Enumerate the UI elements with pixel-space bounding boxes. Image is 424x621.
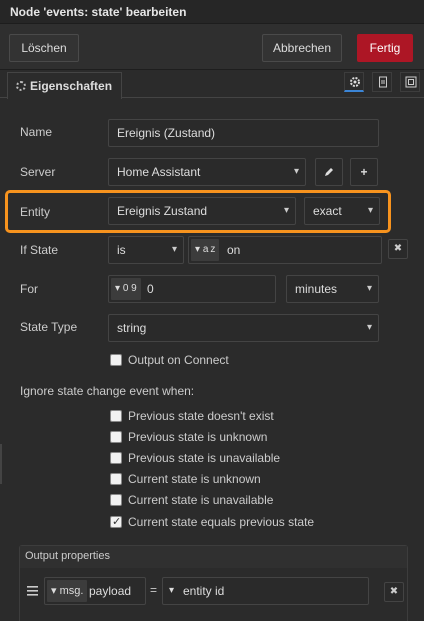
pencil-icon [325, 168, 333, 176]
entity-label: Entity [20, 205, 51, 219]
type-selector-button[interactable]: ▾ 0 9 [111, 278, 141, 300]
if-state-value: on [227, 243, 241, 257]
entity-match-value: exact [313, 204, 342, 218]
if-state-label: If State [20, 243, 59, 257]
chevron-down-icon: ▾ [169, 585, 175, 596]
ignore-option-checkbox[interactable] [110, 515, 122, 528]
if-state-operator-select[interactable]: is ▾ [108, 236, 184, 264]
chevron-down-icon: ▾ [367, 205, 373, 216]
ignore-option-label: Current state is unavailable [128, 493, 274, 507]
if-state-operator-value: is [117, 243, 126, 257]
output-property-value: payload [89, 584, 132, 598]
output-on-connect-label: Output on Connect [128, 353, 229, 367]
equals-sign: = [150, 583, 158, 597]
frame-icon [405, 76, 417, 88]
ignore-option-checkbox[interactable] [110, 452, 122, 464]
ignore-option-checkbox[interactable] [110, 473, 122, 485]
settings-tab-button[interactable] [344, 72, 364, 92]
for-label: For [20, 282, 38, 296]
name-input[interactable]: Ereignis (Zustand) [108, 119, 379, 147]
if-state-value-input[interactable]: ▾ a z on [188, 236, 382, 264]
properties-panel: Name Ereignis (Zustand) Server Home Assi… [0, 98, 424, 621]
edit-server-button[interactable] [315, 158, 343, 186]
close-icon: ✖ [393, 243, 403, 254]
string-type-icon: a z [202, 244, 216, 255]
ignore-option-checkbox[interactable] [110, 431, 122, 443]
ignore-option-checkbox[interactable] [110, 494, 122, 506]
entity-select[interactable]: Ereignis Zustand ▾ [108, 197, 296, 225]
gear-icon [350, 77, 360, 87]
ignore-option-label: Previous state doesn't exist [128, 409, 274, 423]
ignore-option-label: Current state equals previous state [128, 515, 315, 529]
cancel-button[interactable]: Abbrechen [262, 34, 342, 62]
for-unit-select[interactable]: minutes ▾ [286, 275, 379, 303]
server-select[interactable]: Home Assistant ▾ [108, 158, 306, 186]
add-server-button[interactable]: + [350, 158, 378, 186]
ignore-option-checkbox[interactable] [110, 410, 122, 422]
msg-prefix: msg. [59, 585, 84, 597]
for-unit-value: minutes [295, 282, 338, 296]
type-selector-button[interactable]: ▾ msg. [47, 580, 88, 602]
server-label: Server [20, 165, 56, 179]
chevron-down-icon: ▾ [366, 322, 372, 333]
tab-properties[interactable]: Eigenschaften [7, 72, 122, 99]
drag-handle-icon[interactable] [27, 586, 38, 596]
description-tab-button[interactable] [372, 72, 392, 92]
output-property-input[interactable]: ▾ msg. payload [44, 577, 146, 605]
state-type-value: string [117, 321, 147, 335]
state-type-label: State Type [20, 320, 78, 334]
chevron-down-icon: ▾ [366, 283, 372, 294]
output-on-connect-checkbox[interactable] [110, 354, 122, 366]
remove-output-property-button[interactable]: ✖ [384, 582, 404, 602]
document-icon [379, 76, 387, 88]
appearance-tab-button[interactable] [400, 72, 420, 92]
name-label: Name [20, 125, 53, 139]
ignore-option-label: Current state is unknown [128, 472, 261, 486]
number-type-icon: 0 9 [122, 283, 137, 294]
delete-button[interactable]: Löschen [9, 34, 79, 62]
entity-value: Ereignis Zustand [117, 204, 208, 218]
dialog-toolbar: Löschen Abbrechen Fertig [0, 24, 424, 70]
state-type-select[interactable]: string ▾ [108, 314, 379, 342]
dialog-title: Node 'events: state' bearbeiten [0, 0, 424, 24]
gear-icon [16, 81, 26, 91]
type-selector-button[interactable]: ▾ a z [191, 239, 220, 261]
close-icon: ✖ [389, 586, 399, 597]
plus-icon: + [360, 165, 368, 179]
ignore-option-label: Previous state is unknown [128, 430, 268, 444]
ignore-option-label: Previous state is unavailable [128, 451, 281, 465]
ignore-heading: Ignore state change event when: [20, 384, 195, 398]
chevron-down-icon: ▾ [293, 166, 299, 177]
tab-properties-label: Eigenschaften [30, 79, 113, 93]
clear-if-state-button[interactable]: ✖ [388, 239, 408, 259]
server-value: Home Assistant [117, 165, 201, 179]
output-properties-panel: Output properties ▾ msg. payload = ▾ ent… [19, 545, 408, 621]
done-button[interactable]: Fertig [357, 34, 413, 62]
entity-match-select[interactable]: exact ▾ [304, 197, 380, 225]
output-properties-heading: Output properties [20, 546, 407, 568]
output-value-select[interactable]: ▾ entity id [162, 577, 369, 605]
for-value-input[interactable]: ▾ 0 9 0 [108, 275, 276, 303]
panel-resize-handle[interactable] [0, 444, 2, 484]
chevron-down-icon: ▾ [283, 205, 289, 216]
for-value: 0 [147, 282, 154, 296]
output-value: entity id [183, 584, 225, 598]
chevron-down-icon: ▾ [171, 244, 177, 255]
tab-bar: Eigenschaften [0, 70, 424, 99]
